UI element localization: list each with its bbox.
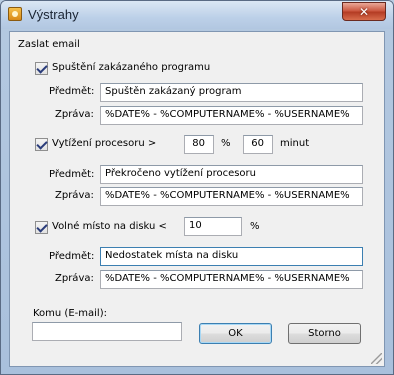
dialog-body: Zaslat email Spuštění zakázaného program… — [9, 31, 385, 367]
cancel-button[interactable]: Storno — [288, 323, 361, 344]
cpu-load-minutes-unit: minut — [280, 138, 310, 149]
cpu-load-percent-field[interactable]: 80 — [184, 135, 214, 154]
disk-space-checkbox[interactable] — [35, 221, 48, 234]
close-button[interactable]: ✕ — [342, 2, 386, 21]
disk-space-percent-unit: % — [250, 221, 260, 232]
disk-space-message-label: Zpráva: — [55, 273, 94, 284]
disk-space-message-field[interactable]: %DATE% - %COMPUTERNAME% - %USERNAME% — [100, 270, 363, 289]
resize-grip[interactable] — [371, 353, 382, 364]
cpu-load-minutes-field[interactable]: 60 — [243, 135, 273, 154]
app-icon — [8, 7, 22, 21]
disk-space-percent-field[interactable]: 10 — [184, 217, 242, 236]
disk-space-label: Volné místo na disku < — [52, 221, 167, 232]
cpu-load-message-label: Zpráva: — [55, 190, 94, 201]
cpu-load-checkbox[interactable] — [35, 138, 48, 151]
email-field[interactable] — [32, 322, 182, 341]
blocked-program-checkbox[interactable] — [35, 62, 48, 75]
title-bar[interactable]: Výstrahy ✕ — [1, 1, 393, 29]
cpu-load-percent-unit: % — [221, 138, 231, 149]
alerts-dialog: Výstrahy ✕ Zaslat email Spuštění zakázan… — [0, 0, 394, 375]
cpu-load-message-field[interactable]: %DATE% - %COMPUTERNAME% - %USERNAME% — [100, 187, 363, 206]
blocked-program-subject-label: Předmět: — [49, 86, 95, 97]
send-email-label: Zaslat email — [18, 39, 80, 50]
disk-space-subject-label: Předmět: — [49, 251, 95, 262]
cpu-load-label: Vytížení procesoru > — [52, 138, 157, 149]
window-title: Výstrahy — [28, 7, 79, 22]
blocked-program-label: Spuštění zakázaného programu — [52, 62, 211, 73]
blocked-program-message-label: Zpráva: — [55, 109, 94, 120]
email-label: Komu (E-mail): — [33, 308, 107, 319]
blocked-program-subject-field[interactable]: Spuštěn zakázaný program — [100, 83, 363, 102]
cpu-load-subject-label: Předmět: — [49, 169, 95, 180]
blocked-program-message-field[interactable]: %DATE% - %COMPUTERNAME% - %USERNAME% — [100, 106, 363, 125]
ok-button[interactable]: OK — [199, 323, 272, 344]
disk-space-subject-field[interactable]: Nedostatek místa na disku — [100, 247, 363, 266]
cpu-load-subject-field[interactable]: Překročeno vytížení procesoru — [100, 165, 363, 184]
